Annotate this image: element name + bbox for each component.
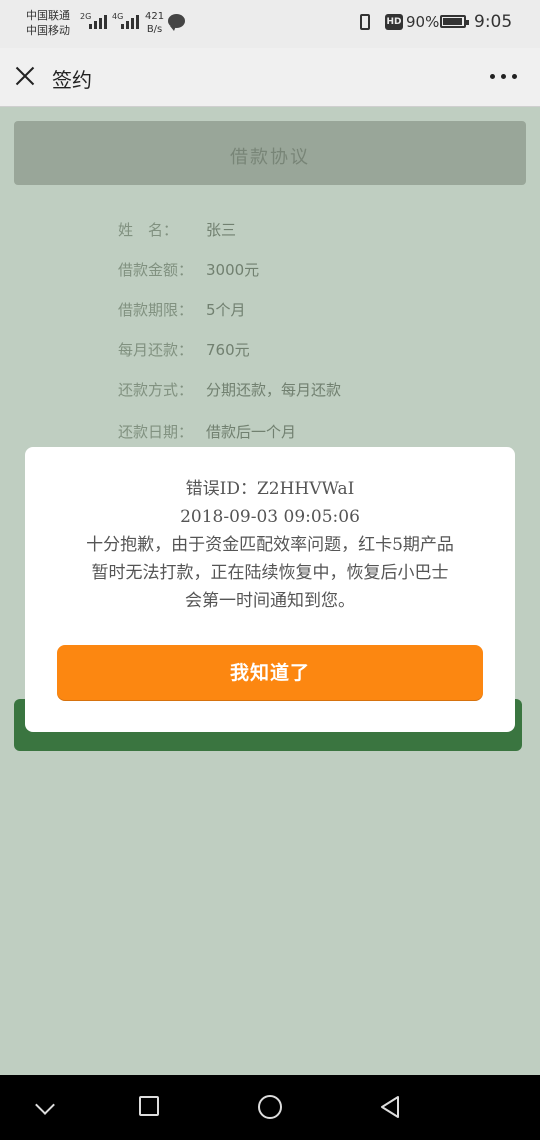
status-bar: 中国联通 中国移动 2G 4G 421 B/s HD 90% 9:05	[0, 0, 540, 48]
error-message-line: 会第一时间通知到您。	[185, 591, 355, 611]
network-speed: 421 B/s	[145, 11, 165, 35]
acknowledge-button[interactable]: 我知道了	[57, 645, 483, 701]
error-message-line: 十分抱歉，由于资金匹配效率问题，红卡5期产品	[86, 535, 454, 555]
chevron-down-icon	[35, 1095, 55, 1115]
clock: 9:05	[474, 12, 513, 32]
system-nav-bar	[0, 1075, 540, 1140]
signal-2-icon	[121, 13, 139, 29]
error-dialog: 错误ID：Z2HHVWaI 2018-09-03 09:05:06 十分抱歉，由…	[25, 447, 515, 732]
close-icon[interactable]	[14, 65, 36, 87]
page-title: 签约	[52, 68, 92, 92]
carrier-1: 中国联通	[26, 9, 70, 22]
hd-icon: HD	[385, 14, 403, 30]
vibrate-icon	[360, 14, 370, 30]
error-id: 错误ID：Z2HHVWaI	[185, 479, 355, 499]
signal-1-icon	[89, 13, 107, 29]
chat-notification-icon	[168, 14, 185, 31]
battery-percent: 90%	[406, 13, 440, 31]
more-options-icon[interactable]	[490, 74, 517, 79]
back-triangle-icon	[381, 1096, 399, 1118]
battery-icon	[440, 15, 469, 28]
error-message: 错误ID：Z2HHVWaI 2018-09-03 09:05:06 十分抱歉，由…	[25, 475, 515, 615]
square-icon	[139, 1096, 159, 1116]
nav-recents-button[interactable]	[120, 1075, 180, 1140]
carrier-2: 中国移动	[26, 24, 70, 37]
error-timestamp: 2018-09-03 09:05:06	[180, 507, 360, 527]
title-bar: 签约	[0, 48, 540, 107]
error-message-line: 暂时无法打款，正在陆续恢复中，恢复后小巴士	[91, 563, 449, 583]
nav-home-button[interactable]	[240, 1075, 300, 1140]
circle-icon	[258, 1095, 282, 1119]
nav-back-button[interactable]	[360, 1075, 420, 1140]
carrier-info: 中国联通 中国移动	[26, 8, 70, 38]
nav-collapse-button[interactable]	[16, 1075, 76, 1140]
